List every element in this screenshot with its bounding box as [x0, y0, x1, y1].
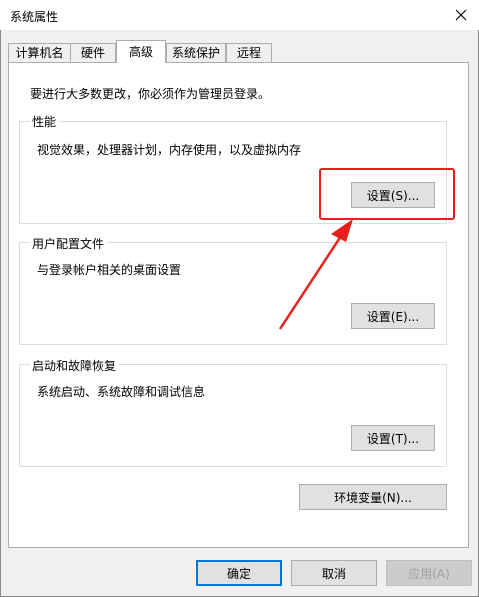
title-bar: 系统属性	[0, 0, 479, 30]
performance-desc: 视觉效果，处理器计划，内存使用，以及虚拟内存	[37, 143, 302, 157]
ok-button[interactable]: 确定	[196, 560, 282, 586]
apply-button[interactable]: 应用(A)	[386, 560, 472, 586]
admin-notice: 要进行大多数更改，你必须作为管理员登录。	[30, 87, 271, 101]
close-button[interactable]	[449, 4, 473, 26]
startup-recovery-desc: 系统启动、系统故障和调试信息	[37, 385, 206, 399]
performance-settings-button[interactable]: 设置(S)...	[351, 182, 435, 208]
environment-variables-button[interactable]: 环境变量(N)...	[299, 484, 447, 510]
tab-advanced[interactable]: 高级	[116, 40, 166, 63]
startup-recovery-title: 启动和故障恢复	[30, 357, 120, 374]
close-icon	[455, 9, 467, 21]
startup-settings-button[interactable]: 设置(T)...	[351, 425, 435, 451]
tab-remote[interactable]: 远程	[226, 43, 272, 62]
tab-hardware[interactable]: 硬件	[70, 43, 116, 62]
user-profiles-title: 用户配置文件	[30, 235, 108, 252]
performance-title: 性能	[30, 113, 60, 130]
startup-recovery-group	[19, 364, 447, 467]
tab-computer-name[interactable]: 计算机名	[8, 43, 71, 62]
user-profiles-group	[19, 242, 447, 345]
window-title: 系统属性	[10, 10, 59, 24]
cancel-button[interactable]: 取消	[291, 560, 377, 586]
user-profiles-desc: 与登录帐户相关的桌面设置	[37, 263, 182, 277]
tab-system-protection[interactable]: 系统保护	[166, 43, 226, 62]
performance-group	[19, 121, 447, 224]
user-profiles-settings-button[interactable]: 设置(E)...	[351, 303, 435, 329]
